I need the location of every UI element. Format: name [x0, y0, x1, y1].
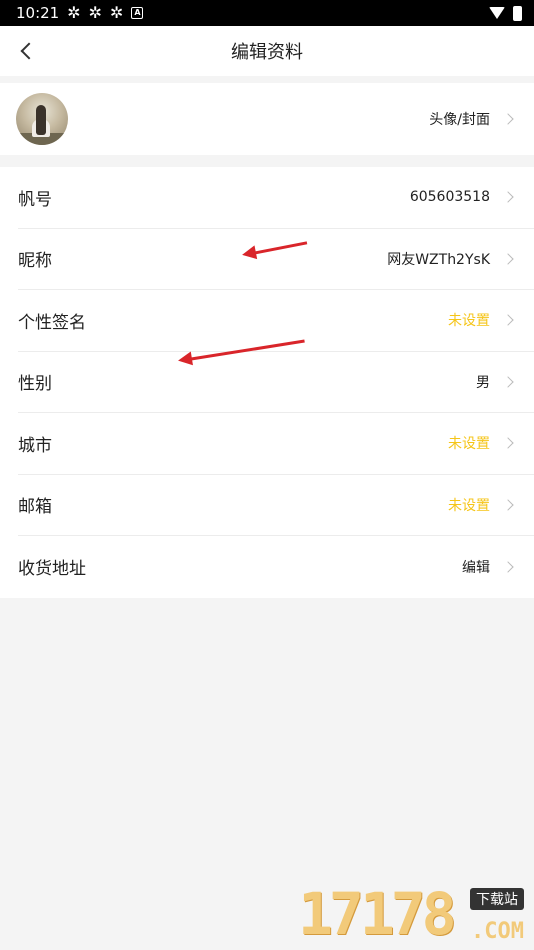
- chevron-right-icon: [502, 499, 514, 511]
- field-row-nickname[interactable]: 昵称 网友WZTh2YsK: [18, 229, 534, 290]
- field-row-gender[interactable]: 性别 男: [18, 352, 534, 413]
- field-value-wrap: 未设置: [448, 433, 516, 453]
- wifi-icon: [489, 7, 505, 19]
- pinwheel-icon: ✲: [88, 3, 103, 22]
- watermark-suffix: .COM: [471, 919, 524, 944]
- avatar-cover-label: 头像/封面: [429, 112, 490, 128]
- field-label: 城市: [18, 435, 52, 456]
- field-value: 未设置: [448, 497, 490, 514]
- battery-icon: [513, 5, 522, 21]
- field-value: 编辑: [462, 559, 490, 576]
- field-row-signature[interactable]: 个性签名 未设置: [18, 290, 534, 352]
- status-left: 10:21 ✲ ✲ ✲ A: [16, 3, 144, 22]
- nav-bar: 编辑资料: [0, 26, 534, 76]
- back-button[interactable]: [14, 38, 38, 64]
- page-title: 编辑资料: [231, 42, 303, 63]
- status-right: [489, 5, 522, 21]
- watermark-tag: 下载站: [470, 888, 524, 910]
- field-value: 605603518: [409, 189, 490, 206]
- field-label: 邮箱: [18, 497, 52, 518]
- site-watermark: 17178 下载站 .COM: [298, 880, 528, 948]
- field-row-city[interactable]: 城市 未设置: [18, 413, 534, 475]
- field-value: 男: [476, 374, 490, 391]
- chevron-right-icon: [502, 437, 514, 449]
- field-label: 收货地址: [18, 559, 86, 580]
- chevron-left-icon: [20, 42, 38, 60]
- chevron-right-icon: [502, 253, 514, 265]
- chevron-right-icon: [502, 191, 514, 203]
- field-value-wrap: 605603518: [410, 189, 516, 205]
- field-value: 未设置: [448, 313, 490, 330]
- avatar-cover-row[interactable]: 头像/封面: [0, 83, 534, 155]
- field-row-shipping-address[interactable]: 收货地址 编辑: [18, 536, 534, 598]
- field-value-wrap: 编辑: [462, 557, 516, 577]
- chevron-right-icon: [502, 376, 514, 388]
- status-bar: 10:21 ✲ ✲ ✲ A: [0, 0, 534, 26]
- chevron-right-icon: [502, 113, 514, 125]
- field-label: 个性签名: [18, 312, 86, 333]
- pinwheel-icon: ✲: [67, 3, 81, 22]
- profile-fields-list: 帆号 605603518 昵称 网友WZTh2YsK 个性签名 未设置 性别 男…: [0, 167, 534, 598]
- avatar-row-right: 头像/封面: [429, 109, 516, 129]
- watermark-number: 17178: [298, 880, 457, 948]
- field-value-wrap: 男: [476, 372, 516, 392]
- avatar-figure-hair: [36, 105, 46, 135]
- field-value: 网友WZTh2YsK: [387, 251, 490, 268]
- chevron-right-icon: [502, 561, 514, 573]
- chevron-right-icon: [502, 314, 514, 326]
- field-value-wrap: 网友WZTh2YsK: [387, 249, 516, 269]
- field-value-wrap: 未设置: [448, 310, 516, 330]
- field-value-wrap: 未设置: [448, 495, 516, 515]
- field-label: 昵称: [18, 251, 52, 272]
- field-value: 未设置: [448, 436, 490, 453]
- field-row-account-id[interactable]: 帆号 605603518: [18, 167, 534, 229]
- a-icon: A: [131, 7, 144, 19]
- pinwheel-icon: ✲: [110, 3, 124, 22]
- field-row-email[interactable]: 邮箱 未设置: [18, 475, 534, 536]
- status-time: 10:21: [16, 4, 60, 22]
- field-label: 帆号: [18, 189, 52, 210]
- avatar[interactable]: [16, 93, 68, 145]
- field-label: 性别: [18, 374, 52, 395]
